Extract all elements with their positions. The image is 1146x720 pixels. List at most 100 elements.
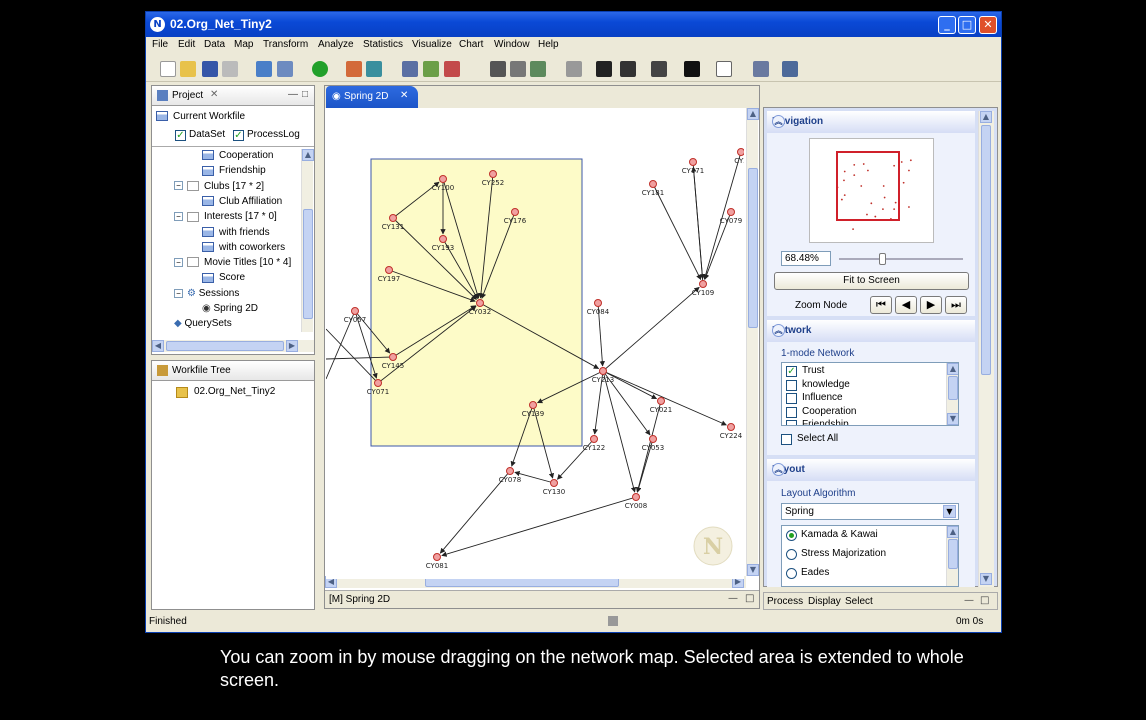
network-map-canvas[interactable]: CY100 CY252 CY176 CY131 CY193 CY197 CY032 CY057… bbox=[326, 109, 744, 579]
zoom-slider-thumb[interactable] bbox=[879, 253, 887, 265]
first-node-button[interactable]: ⏮ bbox=[870, 296, 892, 314]
map-vscroll[interactable]: ▲ ▼ bbox=[746, 108, 759, 576]
project-tab[interactable]: Project ✕ — □ bbox=[152, 86, 314, 106]
minimize-view-icon[interactable]: — bbox=[728, 593, 738, 604]
workfile-tree-tab[interactable]: Workfile Tree bbox=[152, 361, 314, 381]
layout-algorithm-select[interactable]: Spring ▼ bbox=[781, 503, 959, 520]
close-tab-icon[interactable]: ✕ bbox=[400, 90, 408, 101]
tree-item[interactable]: − Movie Titles [10 * 4] bbox=[174, 256, 291, 270]
scroll-up-icon[interactable]: ▲ bbox=[747, 108, 759, 120]
align-icon[interactable] bbox=[753, 61, 769, 77]
collapse-icon[interactable]: ︽ bbox=[772, 115, 785, 128]
minimize-view-icon[interactable]: — bbox=[288, 89, 298, 100]
zoom-slider[interactable] bbox=[839, 253, 963, 265]
network-node[interactable] bbox=[439, 235, 447, 243]
zoom-icon[interactable] bbox=[510, 61, 526, 77]
select-icon[interactable] bbox=[530, 61, 546, 77]
menu-help[interactable]: Help bbox=[538, 39, 559, 50]
node-size-icon[interactable] bbox=[566, 61, 582, 77]
tab-process[interactable]: Process bbox=[767, 596, 803, 607]
tree-item[interactable]: with coworkers bbox=[202, 241, 285, 255]
scroll-right-icon[interactable]: ▶ bbox=[286, 340, 298, 352]
scroll-up-icon[interactable]: ▲ bbox=[947, 526, 958, 538]
graph-icon[interactable] bbox=[402, 61, 418, 77]
network-checkbox[interactable] bbox=[786, 379, 797, 391]
line-width-icon[interactable] bbox=[596, 61, 612, 77]
new-icon[interactable] bbox=[160, 61, 176, 77]
tab-select[interactable]: Select bbox=[845, 596, 873, 607]
tree-item[interactable]: − Clubs [17 * 2] bbox=[174, 180, 264, 194]
scroll-up-icon[interactable]: ▲ bbox=[302, 149, 314, 161]
export-icon[interactable] bbox=[277, 61, 293, 77]
dataset-checkbox[interactable]: ✓ bbox=[175, 130, 186, 141]
maximize-view-icon[interactable]: □ bbox=[980, 595, 989, 606]
maximize-button[interactable]: □ bbox=[958, 16, 976, 34]
menu-file[interactable]: File bbox=[152, 39, 168, 50]
import-icon[interactable] bbox=[256, 61, 272, 77]
expand-icon[interactable]: − bbox=[174, 288, 183, 298]
menu-statistics[interactable]: Statistics bbox=[363, 39, 403, 50]
layout-radio[interactable] bbox=[786, 549, 797, 560]
tree-item[interactable]: Friendship bbox=[202, 164, 266, 178]
collapse-icon[interactable]: ︽ bbox=[772, 324, 785, 337]
map-vscroll-thumb[interactable] bbox=[748, 168, 758, 328]
open-folder-icon[interactable] bbox=[180, 61, 196, 77]
tree-item[interactable]: Club Affiliation bbox=[202, 195, 282, 209]
arrow-icon[interactable] bbox=[684, 61, 700, 77]
network-node[interactable] bbox=[389, 353, 397, 361]
processlog-checkbox[interactable]: ✓ bbox=[233, 130, 244, 141]
tree-item[interactable]: ◆ QuerySets bbox=[174, 317, 232, 331]
network-checkbox[interactable] bbox=[786, 420, 797, 425]
project-vscroll[interactable]: ▲ bbox=[301, 149, 314, 332]
menu-analyze[interactable]: Analyze bbox=[318, 39, 354, 50]
next-node-button[interactable]: ▶ bbox=[920, 296, 942, 314]
layout-icon[interactable] bbox=[423, 61, 439, 77]
scroll-left-icon[interactable]: ◀ bbox=[152, 340, 164, 352]
control-panel-scroll[interactable]: ▲ ▼ bbox=[978, 111, 994, 587]
network-node[interactable] bbox=[737, 148, 745, 156]
maximize-view-icon[interactable]: □ bbox=[745, 593, 754, 604]
tree-item[interactable]: ◉ Spring 2D bbox=[202, 302, 258, 316]
workfile-tree-item[interactable]: 02.Org_Net_Tiny2 bbox=[194, 386, 275, 397]
expand-icon[interactable]: − bbox=[174, 212, 183, 222]
layout-radio[interactable] bbox=[786, 568, 797, 579]
network-node[interactable] bbox=[727, 423, 735, 431]
network-checkbox[interactable] bbox=[786, 393, 797, 404]
zoom-field[interactable]: 68.48% bbox=[781, 251, 831, 266]
measure-icon[interactable] bbox=[366, 61, 382, 77]
bottom-tab-label[interactable]: [M] Spring 2D bbox=[329, 594, 390, 605]
network-node[interactable] bbox=[439, 175, 447, 183]
menu-transform[interactable]: Transform bbox=[263, 39, 308, 50]
menu-visualize[interactable]: Visualize bbox=[412, 39, 452, 50]
stop-icon[interactable] bbox=[608, 616, 618, 626]
network-node[interactable] bbox=[389, 214, 397, 222]
select-all-checkbox[interactable] bbox=[781, 434, 792, 445]
expand-icon[interactable]: − bbox=[174, 257, 183, 267]
network-node[interactable] bbox=[594, 299, 602, 307]
network-node[interactable] bbox=[727, 208, 735, 216]
hscroll-thumb[interactable] bbox=[166, 341, 284, 351]
network-checkbox[interactable] bbox=[786, 406, 797, 418]
network-node[interactable] bbox=[689, 158, 697, 166]
network-node[interactable] bbox=[649, 435, 657, 443]
close-tab-icon[interactable]: ✕ bbox=[210, 89, 218, 100]
menu-window[interactable]: Window bbox=[494, 39, 530, 50]
layout-radio[interactable] bbox=[786, 530, 797, 541]
spring2d-tab[interactable]: ◉ Spring 2D ✕ bbox=[326, 86, 418, 108]
layout-list-scroll[interactable]: ▲ bbox=[946, 526, 958, 586]
tree-item[interactable]: − Interests [17 * 0] bbox=[174, 210, 277, 224]
fit-to-screen-button[interactable]: Fit to Screen bbox=[774, 272, 969, 290]
print-icon[interactable] bbox=[222, 61, 238, 77]
expand-icon[interactable]: − bbox=[174, 181, 183, 191]
network-checkbox[interactable]: ✓ bbox=[786, 366, 797, 377]
network-node[interactable] bbox=[550, 479, 558, 487]
close-button[interactable]: ✕ bbox=[979, 16, 997, 34]
network-node[interactable] bbox=[657, 397, 665, 405]
network-map[interactable]: CY100 CY252 CY176 CY131 CY193 CY197 CY032 CY057… bbox=[326, 109, 744, 579]
network-node[interactable] bbox=[590, 435, 598, 443]
save-icon[interactable] bbox=[202, 61, 218, 77]
network-node[interactable] bbox=[489, 170, 497, 178]
title-bar[interactable]: N 02.Org_Net_Tiny2 _ □ ✕ bbox=[146, 12, 1001, 37]
tree-item[interactable]: Score bbox=[202, 271, 245, 285]
prev-node-button[interactable]: ◀ bbox=[895, 296, 917, 314]
